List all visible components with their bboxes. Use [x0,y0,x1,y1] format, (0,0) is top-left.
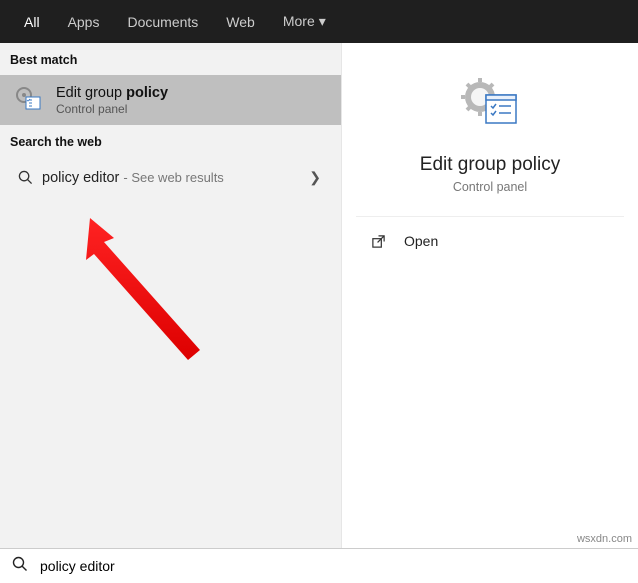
gear-document-icon [12,83,46,117]
results-panel: Best match Edit group policy Control pan… [0,43,342,548]
filter-tabbar: All Apps Documents Web More▾ [0,0,638,43]
watermark-text: wsxdn.com [577,533,632,545]
tab-web[interactable]: Web [212,4,269,40]
search-input[interactable] [40,558,626,574]
result-title: Edit group policy [56,85,168,101]
search-bar[interactable] [0,548,638,583]
open-external-icon [368,234,388,249]
gear-document-large-icon [458,75,522,136]
detail-title: Edit group policy [420,154,560,176]
web-suffix-text: - See web results [123,170,223,185]
detail-subtitle: Control panel [453,180,527,194]
best-match-header: Best match [0,43,341,75]
web-query-text: policy editor [42,170,119,186]
web-search-result[interactable]: policy editor - See web results ❯ [0,157,341,198]
tab-more[interactable]: More▾ [269,3,340,40]
open-action[interactable]: Open [342,217,638,265]
tab-documents[interactable]: Documents [113,4,212,40]
tab-all[interactable]: All [10,4,54,40]
tab-apps[interactable]: Apps [54,4,114,40]
search-icon [14,170,36,185]
search-web-header: Search the web [0,125,341,157]
chevron-right-icon: ❯ [309,169,327,186]
chevron-down-icon: ▾ [319,13,326,30]
result-subtitle: Control panel [56,102,168,116]
search-icon [12,556,28,577]
best-match-result[interactable]: Edit group policy Control panel [0,75,341,125]
open-label: Open [404,233,438,249]
detail-panel: Edit group policy Control panel Open [342,43,638,548]
